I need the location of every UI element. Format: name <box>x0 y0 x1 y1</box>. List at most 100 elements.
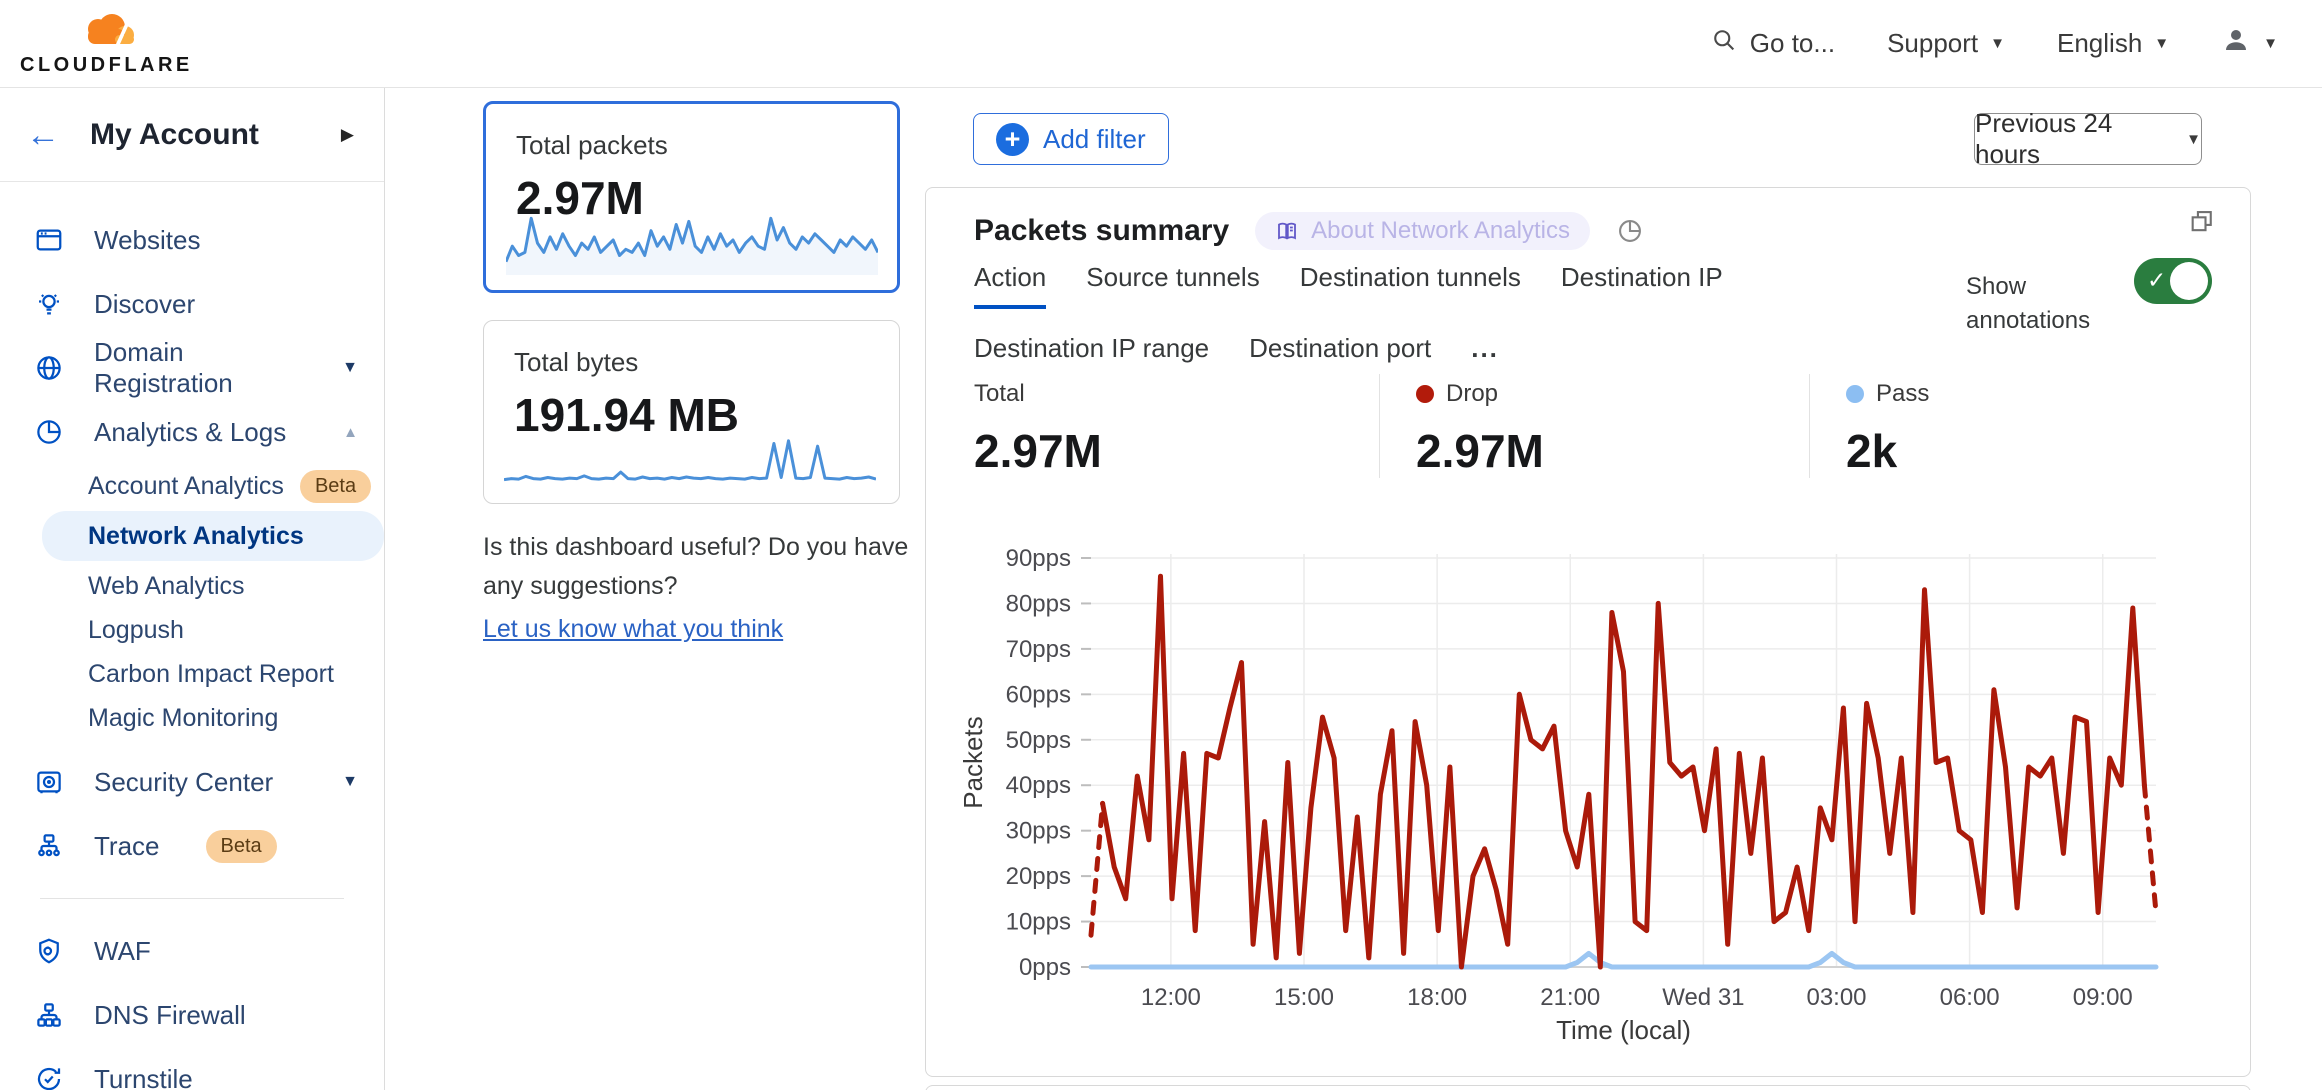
feedback-block: Is this dashboard useful? Do you have an… <box>483 528 919 648</box>
back-arrow-icon[interactable]: ← <box>26 118 60 152</box>
chevron-down-icon: ▼ <box>1990 35 2005 52</box>
lightbulb-icon <box>34 289 64 319</box>
support-menu[interactable]: Support ▼ <box>1887 28 2005 59</box>
stat-label: Pass <box>1876 380 1929 408</box>
search-icon <box>1710 26 1738 61</box>
chevron-right-icon[interactable]: ▶ <box>341 125 354 145</box>
popout-icon[interactable] <box>2188 208 2216 241</box>
sidebar-subitem-logpush[interactable]: Logpush <box>0 608 384 652</box>
stat-value: 2.97M <box>1416 424 1809 478</box>
time-range-dropdown[interactable]: Previous 24 hours ▼ <box>1974 113 2202 165</box>
sidebar-item-dns-firewall[interactable]: DNS Firewall <box>0 983 384 1047</box>
language-label: English <box>2057 28 2142 59</box>
next-panel-edge <box>925 1085 2251 1090</box>
stat-total: Total 2.97M <box>926 374 1379 478</box>
bytes-sparkline <box>504 424 876 493</box>
svg-text:12:00: 12:00 <box>1141 984 1201 1011</box>
svg-text:Wed 31: Wed 31 <box>1662 984 1744 1011</box>
packets-sparkline <box>506 203 878 280</box>
tab-source-tunnels[interactable]: Source tunnels <box>1086 262 1259 309</box>
svg-text:10pps: 10pps <box>1006 909 1071 936</box>
sidebar-item-label: Domain Registration <box>94 337 312 399</box>
beta-badge: Beta <box>300 470 371 503</box>
sidebar-subitem-carbon-impact-report[interactable]: Carbon Impact Report <box>0 652 384 696</box>
chevron-down-icon: ▼ <box>342 773 358 791</box>
sidebar-item-label: Turnstile <box>94 1064 358 1090</box>
sidebar-item-security-center[interactable]: Security Center ▼ <box>0 750 384 814</box>
go-to-label: Go to... <box>1750 28 1835 59</box>
time-pie-icon[interactable] <box>1616 217 1644 245</box>
svg-text:70pps: 70pps <box>1006 636 1071 663</box>
svg-text:60pps: 60pps <box>1006 681 1071 708</box>
pie-chart-icon <box>34 417 64 447</box>
tab-destination-ip-range[interactable]: Destination IP range <box>974 333 1209 380</box>
packets-time-series-chart: 12:0015:0018:0021:00Wed 3103:0006:0009:0… <box>946 546 2236 1061</box>
sidebar-subitem-account-analytics[interactable]: Account Analytics Beta <box>0 464 384 508</box>
sidebar-subitem-web-analytics[interactable]: Web Analytics <box>0 564 384 608</box>
svg-text:03:00: 03:00 <box>1806 984 1866 1011</box>
tab-destination-tunnels[interactable]: Destination tunnels <box>1300 262 1521 309</box>
tab-action[interactable]: Action <box>974 262 1046 309</box>
plus-icon: + <box>996 123 1029 156</box>
panel-title: Packets summary <box>974 214 1229 248</box>
sidebar-item-waf[interactable]: WAF <box>0 919 384 983</box>
sidebar-item-label: Security Center <box>94 767 312 798</box>
svg-text:30pps: 30pps <box>1006 818 1071 845</box>
feedback-link[interactable]: Let us know what you think <box>483 610 783 649</box>
sidebar-item-domain-registration[interactable]: Domain Registration ▼ <box>0 336 384 400</box>
account-menu[interactable]: ▼ <box>2221 25 2278 62</box>
sidebar-subitem-label: Carbon Impact Report <box>88 660 334 689</box>
sidebar-item-analytics-logs[interactable]: Analytics & Logs ▲ <box>0 400 384 464</box>
sidebar-item-trace[interactable]: Trace Beta <box>0 814 384 878</box>
language-menu[interactable]: English ▼ <box>2057 28 2169 59</box>
rotate-check-icon <box>34 1064 64 1090</box>
total-packets-card[interactable]: Total packets 2.97M <box>483 101 900 293</box>
sidebar-subitem-label: Web Analytics <box>88 572 245 601</box>
packets-summary-panel: Packets summary About Network Analytics … <box>925 187 2251 1077</box>
stat-value: 2.97M <box>974 424 1379 478</box>
check-icon: ✓ <box>2147 267 2166 294</box>
browser-icon <box>34 225 64 255</box>
about-chip-label: About Network Analytics <box>1311 217 1570 245</box>
account-title: My Account <box>90 118 311 152</box>
sidebar-item-websites[interactable]: Websites <box>0 208 384 272</box>
tab-destination-port[interactable]: Destination port <box>1249 333 1431 380</box>
stat-value: 2k <box>1846 424 2250 478</box>
show-annotations-toggle[interactable]: ✓ <box>2134 258 2212 304</box>
sidebar-item-label: Discover <box>94 289 358 320</box>
beta-badge: Beta <box>206 830 277 863</box>
about-network-analytics-chip[interactable]: About Network Analytics <box>1255 212 1590 250</box>
sidebar-subitem-magic-monitoring[interactable]: Magic Monitoring <box>0 696 384 740</box>
sidebar-item-turnstile[interactable]: Turnstile <box>0 1047 384 1090</box>
chevron-down-icon: ▼ <box>2186 131 2201 148</box>
svg-text:0pps: 0pps <box>1019 954 1071 981</box>
trace-icon <box>34 831 64 861</box>
card-label: Total packets <box>516 130 867 161</box>
panel-title-row: Packets summary About Network Analytics <box>974 212 1644 250</box>
svg-text:21:00: 21:00 <box>1540 984 1600 1011</box>
account-header: ← My Account ▶ <box>0 88 384 182</box>
sidebar-item-discover[interactable]: Discover <box>0 272 384 336</box>
cloudflare-logo[interactable]: CLOUDFLARE <box>20 12 193 75</box>
top-bar: CLOUDFLARE Go to... Support ▼ English ▼ <box>0 0 2322 88</box>
svg-text:15:00: 15:00 <box>1274 984 1334 1011</box>
svg-text:06:00: 06:00 <box>1940 984 2000 1011</box>
divider <box>40 898 344 899</box>
add-filter-label: Add filter <box>1043 124 1146 155</box>
sidebar: ← My Account ▶ Websites Discover <box>0 88 385 1090</box>
add-filter-button[interactable]: + Add filter <box>973 113 1169 165</box>
more-tabs-button[interactable]: ... <box>1471 333 1499 380</box>
feedback-question: Is this dashboard useful? Do you have an… <box>483 528 919 606</box>
go-to-search[interactable]: Go to... <box>1710 26 1835 61</box>
svg-text:50pps: 50pps <box>1006 727 1071 754</box>
sidebar-item-label: Trace <box>94 831 160 862</box>
time-range-label: Previous 24 hours <box>1975 108 2170 170</box>
tab-destination-ip[interactable]: Destination IP <box>1561 262 1723 309</box>
stat-label: Total <box>974 380 1025 408</box>
sidebar-subitem-network-analytics[interactable]: Network Analytics <box>42 511 384 561</box>
book-icon <box>1275 219 1299 243</box>
globe-icon <box>34 353 64 383</box>
sidebar-item-label: DNS Firewall <box>94 1000 358 1031</box>
total-bytes-card[interactable]: Total bytes 191.94 MB <box>483 320 900 504</box>
sidebar-item-label: WAF <box>94 936 358 967</box>
